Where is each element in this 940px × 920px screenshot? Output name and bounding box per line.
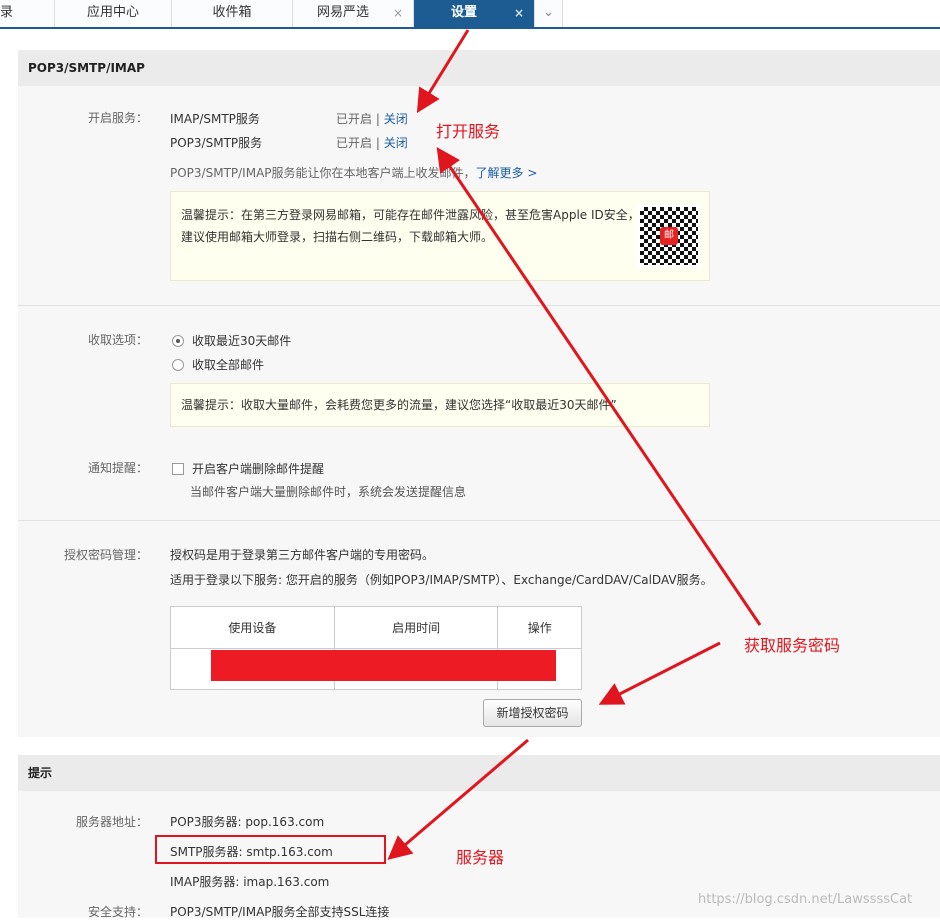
annotation-get-password: 获取服务密码 — [744, 636, 841, 655]
arrow — [387, 738, 529, 860]
watermark: https://blog.csdn.net/LawssssCat — [698, 892, 913, 907]
annotation-server: 服务器 — [456, 848, 505, 867]
arrow — [416, 29, 470, 114]
arrow — [598, 641, 721, 705]
arrow — [436, 147, 762, 626]
annotation-open-service: 打开服务 — [436, 122, 501, 141]
